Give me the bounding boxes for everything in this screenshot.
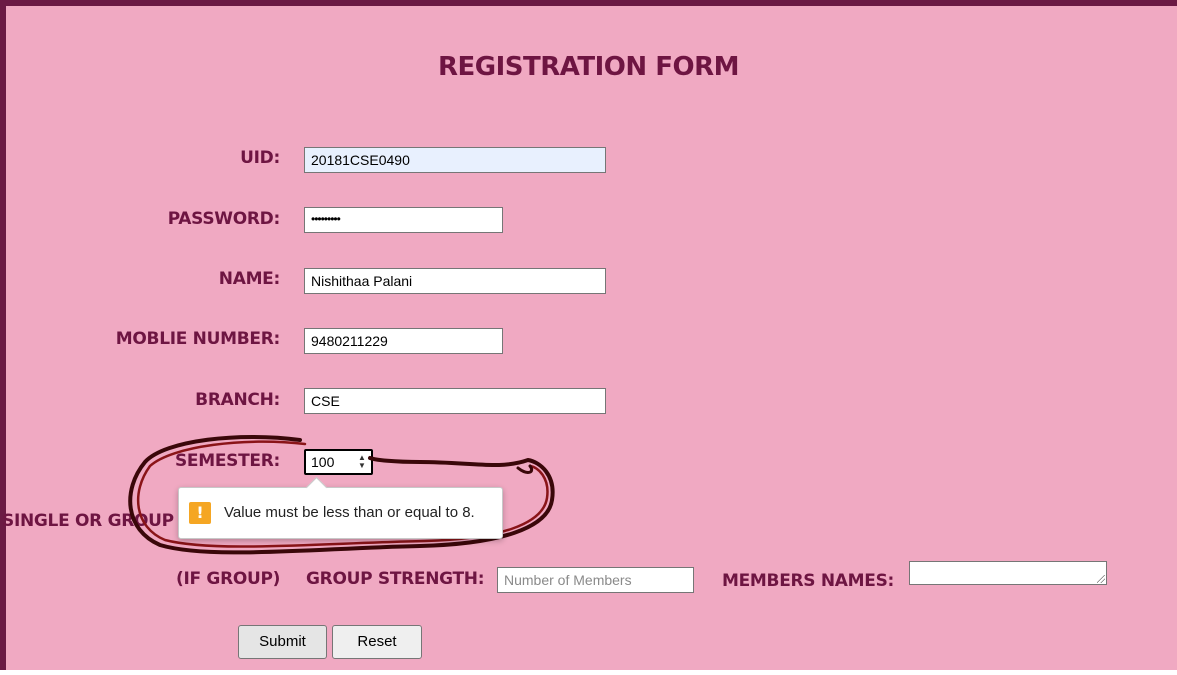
- annotation-circle: [128, 434, 555, 555]
- validation-tooltip: ! Value must be less than or equal to 8.: [178, 476, 503, 539]
- validation-message: Value must be less than or equal to 8.: [224, 504, 475, 521]
- warning-icon: !: [189, 502, 211, 524]
